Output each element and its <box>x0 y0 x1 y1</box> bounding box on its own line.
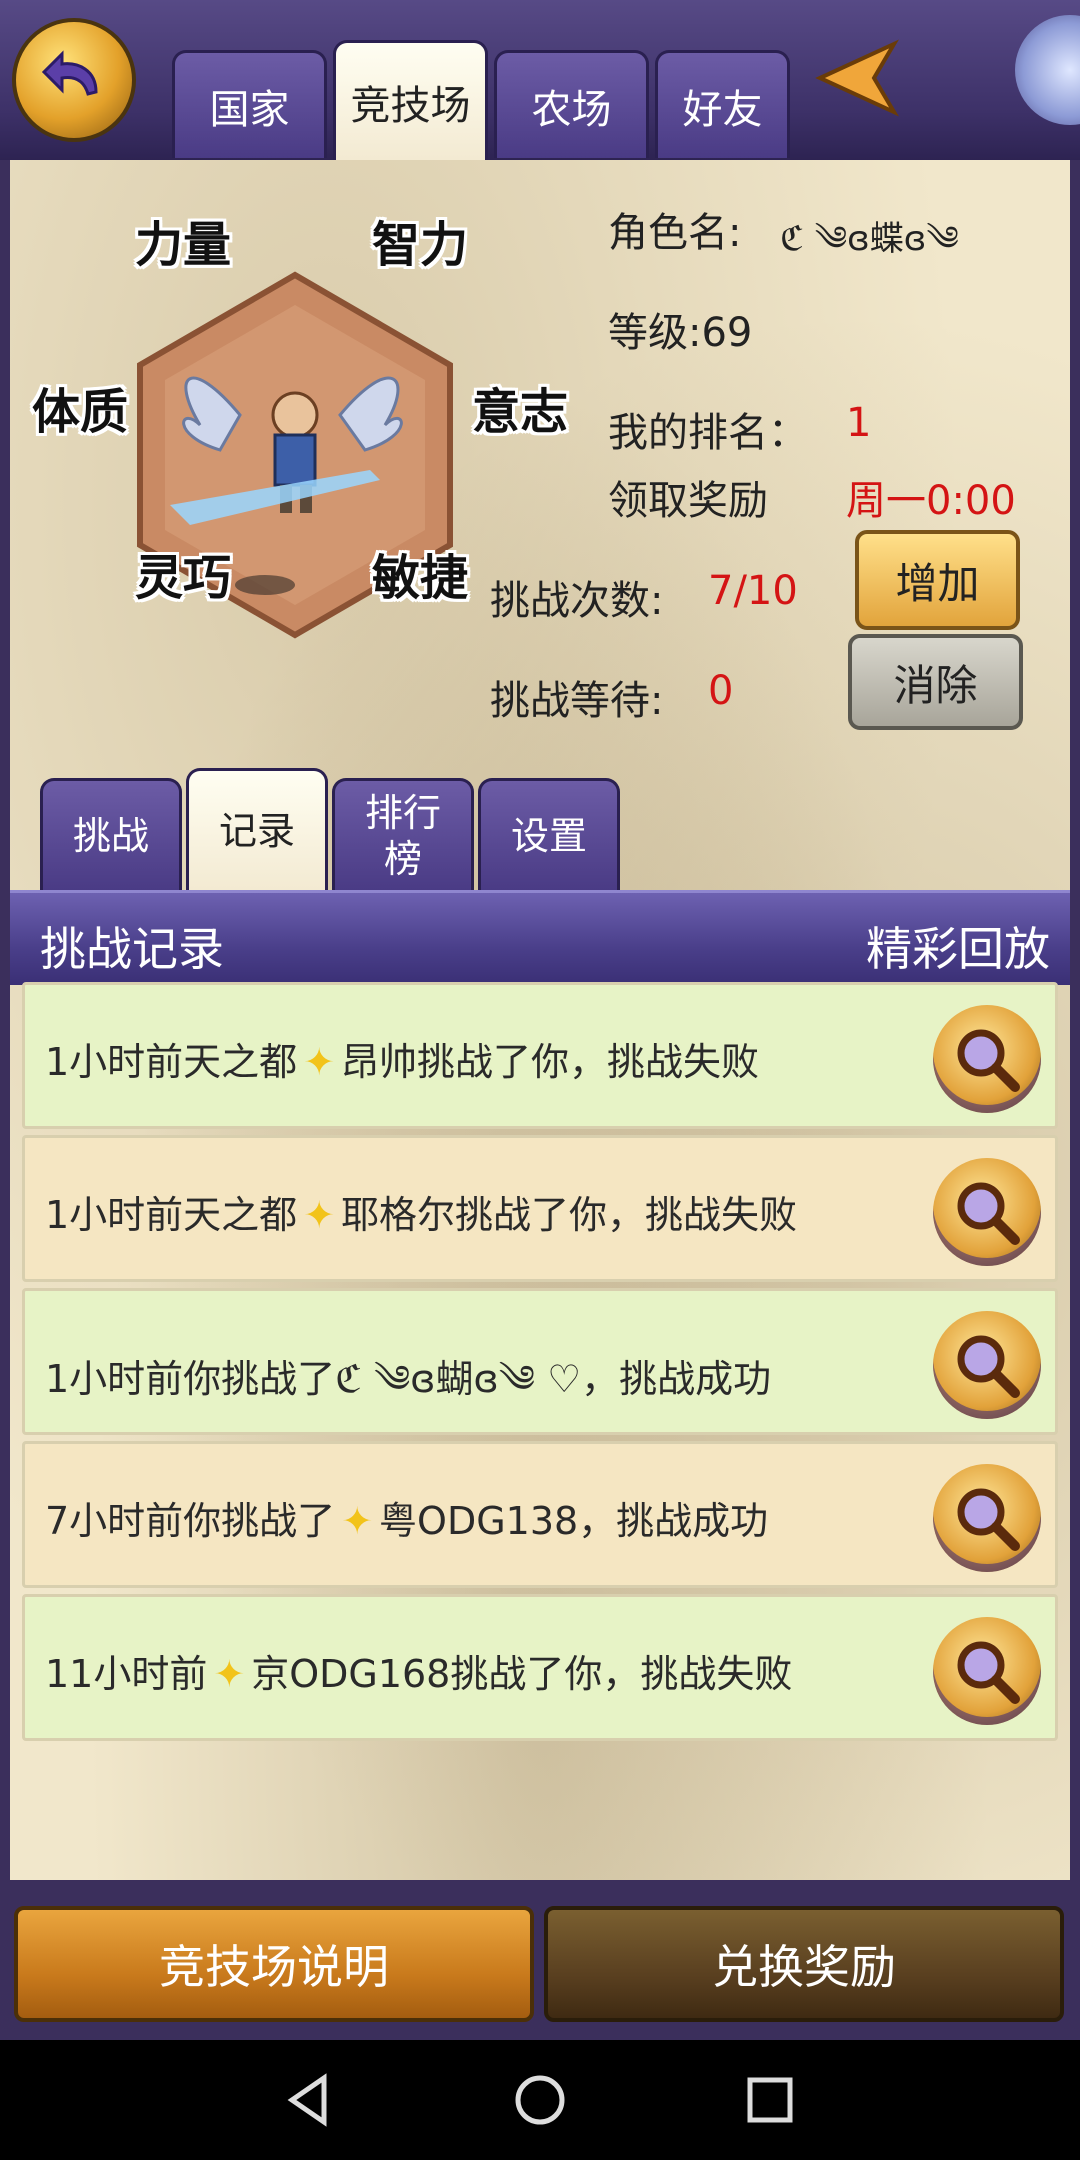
record-row: 1小时前天之都 ✦ 耶格尔挑战了你，挑战失败 <box>22 1135 1058 1282</box>
stat-constitution: 体质 <box>32 384 129 440</box>
subtab-leaderboard[interactable]: 排行榜 <box>332 778 474 890</box>
sparkle-icon: ✦ <box>341 1499 374 1543</box>
sparkle-icon: ✦ <box>213 1652 246 1696</box>
sparkle-icon: ✦ <box>303 1193 336 1237</box>
nav-recents-icon[interactable] <box>738 2068 802 2132</box>
wait-label: 挑战等待: <box>490 678 664 724</box>
add-challenges-button[interactable]: 增加 <box>855 530 1020 630</box>
record-text-pre: 1小时前你挑战了ℭ ༄ɞ蝴ɞ༄ ♡ <box>45 1357 582 1401</box>
character-name-value: ℭ ༄ɞ蝶ɞ༄ <box>780 219 959 259</box>
tab-friends[interactable]: 好友 <box>655 50 790 158</box>
stat-strength: 力量 <box>135 217 232 273</box>
magnifier-icon <box>957 1488 1020 1551</box>
back-arrow-icon <box>41 50 98 96</box>
replay-button[interactable] <box>933 1617 1041 1725</box>
record-text-pre: 1小时前天之都 <box>45 1193 298 1237</box>
stat-dexterity: 灵巧 <box>135 550 232 606</box>
records-title: 挑战记录 <box>40 922 224 976</box>
sparkle-icon: ✦ <box>303 1040 336 1084</box>
replay-button[interactable] <box>933 1005 1041 1113</box>
magnifier-icon <box>957 1335 1020 1398</box>
record-text-post: 耶格尔挑战了你，挑战失败 <box>341 1193 798 1237</box>
rank-label: 我的排名： <box>608 410 808 456</box>
level-text: 等级:69 <box>608 310 753 356</box>
records-list: 1小时前天之都 ✦ 昂帅挑战了你，挑战失败 1小时前天之都 ✦ 耶格尔挑战了你，挑战失败… <box>18 982 1062 1752</box>
reward-label: 领取奖励 <box>608 478 768 524</box>
subtab-challenge[interactable]: 挑战 <box>40 778 182 890</box>
replay-button[interactable] <box>933 1311 1041 1419</box>
reward-time: 周一0:00 <box>846 478 1016 524</box>
wait-value: 0 <box>708 668 734 714</box>
tab-arena[interactable]: 竞技场 <box>333 40 488 160</box>
record-row: 7小时前你挑战了 ✦ 粤ODG138，挑战成功 <box>22 1441 1058 1588</box>
top-bar: 国家 竞技场 农场 好友 <box>0 0 1080 160</box>
stat-agility: 敏捷 <box>372 550 469 606</box>
nav-back-icon[interactable] <box>278 2068 342 2132</box>
subtab-settings[interactable]: 设置 <box>478 778 620 890</box>
record-text-post: ，挑战成功 <box>581 1357 772 1401</box>
clear-wait-button[interactable]: 消除 <box>848 634 1023 730</box>
system-nav-bar <box>0 2040 1080 2160</box>
arena-rules-button[interactable]: 竞技场说明 <box>14 1906 534 2022</box>
record-text-post: 粤ODG138，挑战成功 <box>379 1499 769 1543</box>
tab-farm[interactable]: 农场 <box>494 50 649 158</box>
arrow-left-icon[interactable] <box>812 38 902 118</box>
rank-value: 1 <box>846 400 872 446</box>
stat-intelligence: 智力 <box>372 217 469 273</box>
subtab-records[interactable]: 记录 <box>186 768 328 890</box>
character-name-label: 角色名: <box>608 210 742 256</box>
replay-button[interactable] <box>933 1464 1041 1572</box>
record-text-post: 昂帅挑战了你，挑战失败 <box>341 1040 760 1084</box>
magnifier-icon <box>957 1029 1020 1092</box>
records-header: 挑战记录 精彩回放 <box>10 890 1070 985</box>
record-text-pre: 11小时前 <box>45 1652 208 1696</box>
exchange-rewards-button[interactable]: 兑换奖励 <box>544 1906 1064 2022</box>
record-row: 11小时前 ✦ 京ODG168挑战了你，挑战失败 <box>22 1594 1058 1741</box>
record-text-pre: 1小时前天之都 <box>45 1040 298 1084</box>
replay-button[interactable] <box>933 1158 1041 1266</box>
tab-country[interactable]: 国家 <box>172 50 327 158</box>
record-text-pre: 7小时前你挑战了 <box>45 1499 336 1543</box>
menu-orb-icon[interactable] <box>1015 15 1080 125</box>
challenges-value: 7/10 <box>708 568 798 614</box>
record-text-post: 京ODG168挑战了你，挑战失败 <box>251 1652 793 1696</box>
challenges-label: 挑战次数: <box>490 578 664 624</box>
replay-label: 精彩回放 <box>866 922 1050 976</box>
magnifier-icon <box>957 1641 1020 1704</box>
back-button[interactable] <box>12 18 136 142</box>
record-row: 1小时前天之都 ✦ 昂帅挑战了你，挑战失败 <box>22 982 1058 1129</box>
nav-home-icon[interactable] <box>508 2068 572 2132</box>
magnifier-icon <box>957 1182 1020 1245</box>
stat-willpower: 意志 <box>472 384 569 440</box>
record-row: 1小时前你挑战了ℭ ༄ɞ蝴ɞ༄ ♡，挑战成功 <box>22 1288 1058 1435</box>
